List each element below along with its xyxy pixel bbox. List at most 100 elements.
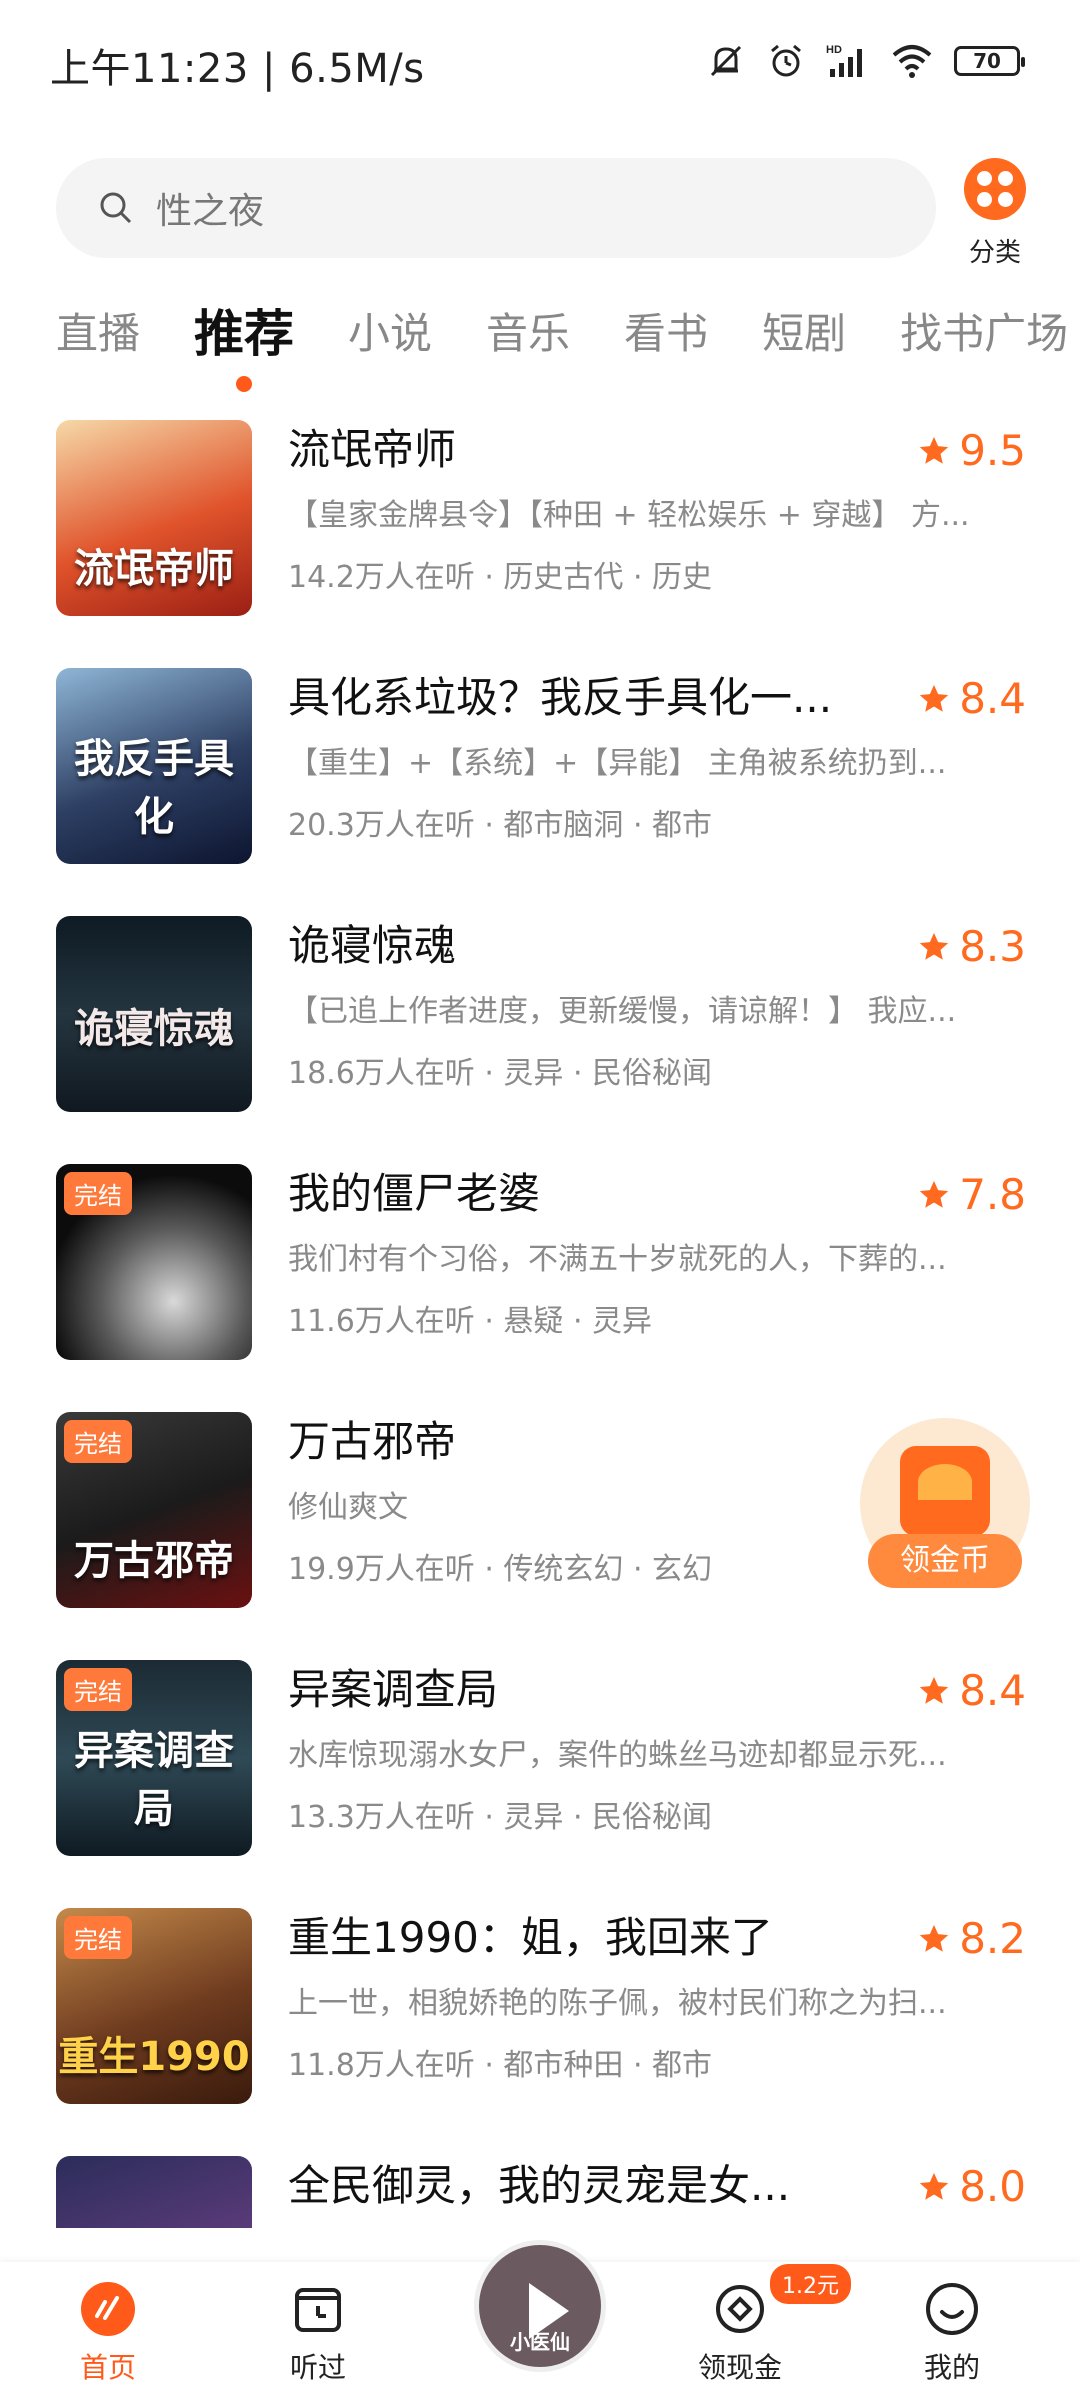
- nav-me[interactable]: 我的: [882, 2280, 1022, 2386]
- list-item[interactable]: 全民御灵，我的灵宠是女... 8.0: [56, 2156, 1026, 2228]
- claim-coins-float-button[interactable]: 领金币: [860, 1418, 1030, 1588]
- book-cover: 诡寝惊魂: [56, 916, 252, 1112]
- star-icon: [920, 1676, 949, 1704]
- list-item[interactable]: 我反手具化 具化系垃圾？我反手具化一... 【重生】+【系统】+【异能】 主角被…: [56, 668, 1026, 864]
- book-cover: 完结 万古邪帝: [56, 1412, 252, 1608]
- rating-value: 8.4: [959, 674, 1026, 723]
- book-title: 异案调查局: [288, 1665, 499, 1714]
- cover-title: 异案调查局: [74, 1728, 234, 1832]
- book-cover: 完结 异案调查局: [56, 1660, 252, 1856]
- star-icon: [920, 684, 949, 712]
- list-item[interactable]: 完结 我的僵尸老婆 我们村有个习俗，不满五十岁就死的人，下葬的... 11.6万…: [56, 1164, 1026, 1360]
- book-title: 重生1990：姐，我回来了: [288, 1913, 773, 1962]
- book-cover: [56, 2156, 252, 2228]
- star-icon: [920, 1180, 949, 1208]
- tab-live[interactable]: 直播: [56, 300, 140, 361]
- tab-music[interactable]: 音乐: [486, 300, 570, 361]
- completed-badge: 完结: [64, 1916, 132, 1959]
- book-rating: 8.2: [917, 1914, 1026, 1963]
- nav-home-label: 首页: [79, 2351, 136, 2384]
- tab-recommend-label: 推荐: [194, 305, 295, 363]
- alarm-icon: [771, 44, 801, 77]
- rating-value: 8.4: [959, 1666, 1026, 1715]
- book-title: 诡寝惊魂: [288, 921, 457, 970]
- status-icons: HD 70: [706, 36, 1025, 86]
- search-icon: [100, 192, 132, 224]
- profile-smile-icon: [926, 2283, 978, 2335]
- book-meta: 11.8万人在听 · 都市种田 · 都市: [288, 2048, 713, 2083]
- search-input[interactable]: 性之夜: [56, 158, 936, 258]
- home-logo-icon: [81, 2282, 135, 2336]
- rating-value: 9.5: [959, 426, 1026, 475]
- cover-title: 万古邪帝: [74, 1538, 234, 1584]
- cash-coin-icon: [716, 2285, 764, 2333]
- star-icon: [920, 1924, 949, 1952]
- book-cover: 完结: [56, 1164, 252, 1360]
- cover-title: 重生1990: [58, 2034, 250, 2080]
- cover-title: 流氓帝师: [74, 546, 234, 592]
- list-item[interactable]: 完结 异案调查局 异案调查局 水库惊现溺水女尸，案件的蛛丝马迹却都显示死... …: [56, 1660, 1026, 1856]
- book-rating: 7.8: [917, 1170, 1026, 1219]
- star-icon: [920, 2172, 949, 2200]
- nav-history[interactable]: 听过: [248, 2280, 388, 2386]
- search-placeholder: 性之夜: [156, 191, 265, 232]
- category-label: 分类: [968, 238, 1021, 268]
- book-description: 我们村有个习俗，不满五十岁就死的人，下葬的...: [288, 1242, 947, 1277]
- cover-title: 我反手具化: [74, 736, 234, 840]
- player-button[interactable]: 小医仙: [474, 2240, 606, 2372]
- book-title: 万古邪帝: [288, 1417, 457, 1466]
- nav-me-label: 我的: [923, 2351, 980, 2384]
- book-meta: 18.6万人在听 · 灵异 · 民俗秘闻: [288, 1056, 713, 1091]
- book-description: 【已追上作者进度，更新缓慢，请谅解！】 我应...: [288, 994, 957, 1029]
- svg-text:HD: HD: [826, 44, 842, 56]
- book-title: 我的僵尸老婆: [288, 1169, 541, 1218]
- status-bar: 上午11:23 | 6.5M/s HD 70: [0, 0, 1080, 130]
- cash-amount-badge: 1.2元: [770, 2264, 851, 2304]
- status-time: 上午11:23 | 6.5M/s: [50, 46, 425, 92]
- cover-title: 诡寝惊魂: [74, 1006, 234, 1052]
- player-cover-text: 小医仙: [510, 2330, 570, 2354]
- claim-coins-label: 领金币: [868, 1534, 1022, 1588]
- tab-read[interactable]: 看书: [624, 300, 708, 361]
- battery-icon: 70: [954, 46, 1025, 76]
- list-item[interactable]: 诡寝惊魂 诡寝惊魂 【已追上作者进度，更新缓慢，请谅解！】 我应... 18.6…: [56, 916, 1026, 1112]
- book-description: 上一世，相貌娇艳的陈子佩，被村民们称之为扫...: [288, 1986, 947, 2021]
- nav-home[interactable]: 首页: [38, 2280, 178, 2386]
- rating-value: 8.3: [959, 922, 1026, 971]
- completed-badge: 完结: [64, 1420, 132, 1463]
- book-description: 【重生】+【系统】+【异能】 主角被系统扔到...: [288, 746, 947, 781]
- list-item[interactable]: 完结 重生1990 重生1990：姐，我回来了 上一世，相貌娇艳的陈子佩，被村民…: [56, 1908, 1026, 2104]
- star-icon: [920, 436, 949, 464]
- tab-short-drama[interactable]: 短剧: [762, 300, 846, 361]
- tab-novel[interactable]: 小说: [348, 300, 432, 361]
- list-item[interactable]: 流氓帝师 流氓帝师 【皇家金牌县令】【种田 + 轻松娱乐 + 穿越】 方... …: [56, 420, 1026, 616]
- history-clock-icon: [295, 2288, 341, 2332]
- book-meta: 20.3万人在听 · 都市脑洞 · 都市: [288, 808, 713, 843]
- completed-badge: 完结: [64, 1172, 132, 1215]
- wifi-icon: [892, 45, 932, 78]
- book-description: 【皇家金牌县令】【种田 + 轻松娱乐 + 穿越】 方...: [288, 498, 970, 533]
- book-meta: 14.2万人在听 · 历史古代 · 历史: [288, 560, 713, 595]
- book-meta: 13.3万人在听 · 灵异 · 民俗秘闻: [288, 1800, 713, 1835]
- book-rating: 8.4: [917, 1666, 1026, 1715]
- completed-badge: 完结: [64, 1668, 132, 1711]
- tab-book-plaza[interactable]: 找书广场: [900, 300, 1068, 361]
- top-tabs: 直播 推荐 小说 音乐 看书 短剧 找书广场: [56, 290, 1080, 392]
- category-button[interactable]: 分类: [960, 158, 1030, 269]
- book-title: 流氓帝师: [288, 425, 457, 474]
- book-title: 具化系垃圾？我反手具化一...: [288, 673, 833, 722]
- rating-value: 8.0: [959, 2162, 1026, 2211]
- book-rating: 8.3: [917, 922, 1026, 971]
- book-cover: 流氓帝师: [56, 420, 252, 616]
- book-cover: 我反手具化: [56, 668, 252, 864]
- tab-recommend[interactable]: 推荐: [194, 294, 295, 392]
- category-grid-icon: [964, 158, 1026, 220]
- rating-value: 7.8: [959, 1170, 1026, 1219]
- book-meta: 11.6万人在听 · 悬疑 · 灵异: [288, 1304, 653, 1339]
- signal-icon: HD: [826, 44, 862, 77]
- red-envelope-icon: [900, 1446, 990, 1536]
- book-rating: 9.5: [917, 426, 1026, 475]
- nav-cash-label: 领现金: [697, 2351, 782, 2384]
- book-title: 全民御灵，我的灵宠是女...: [288, 2161, 791, 2210]
- book-rating: 8.0: [917, 2162, 1026, 2211]
